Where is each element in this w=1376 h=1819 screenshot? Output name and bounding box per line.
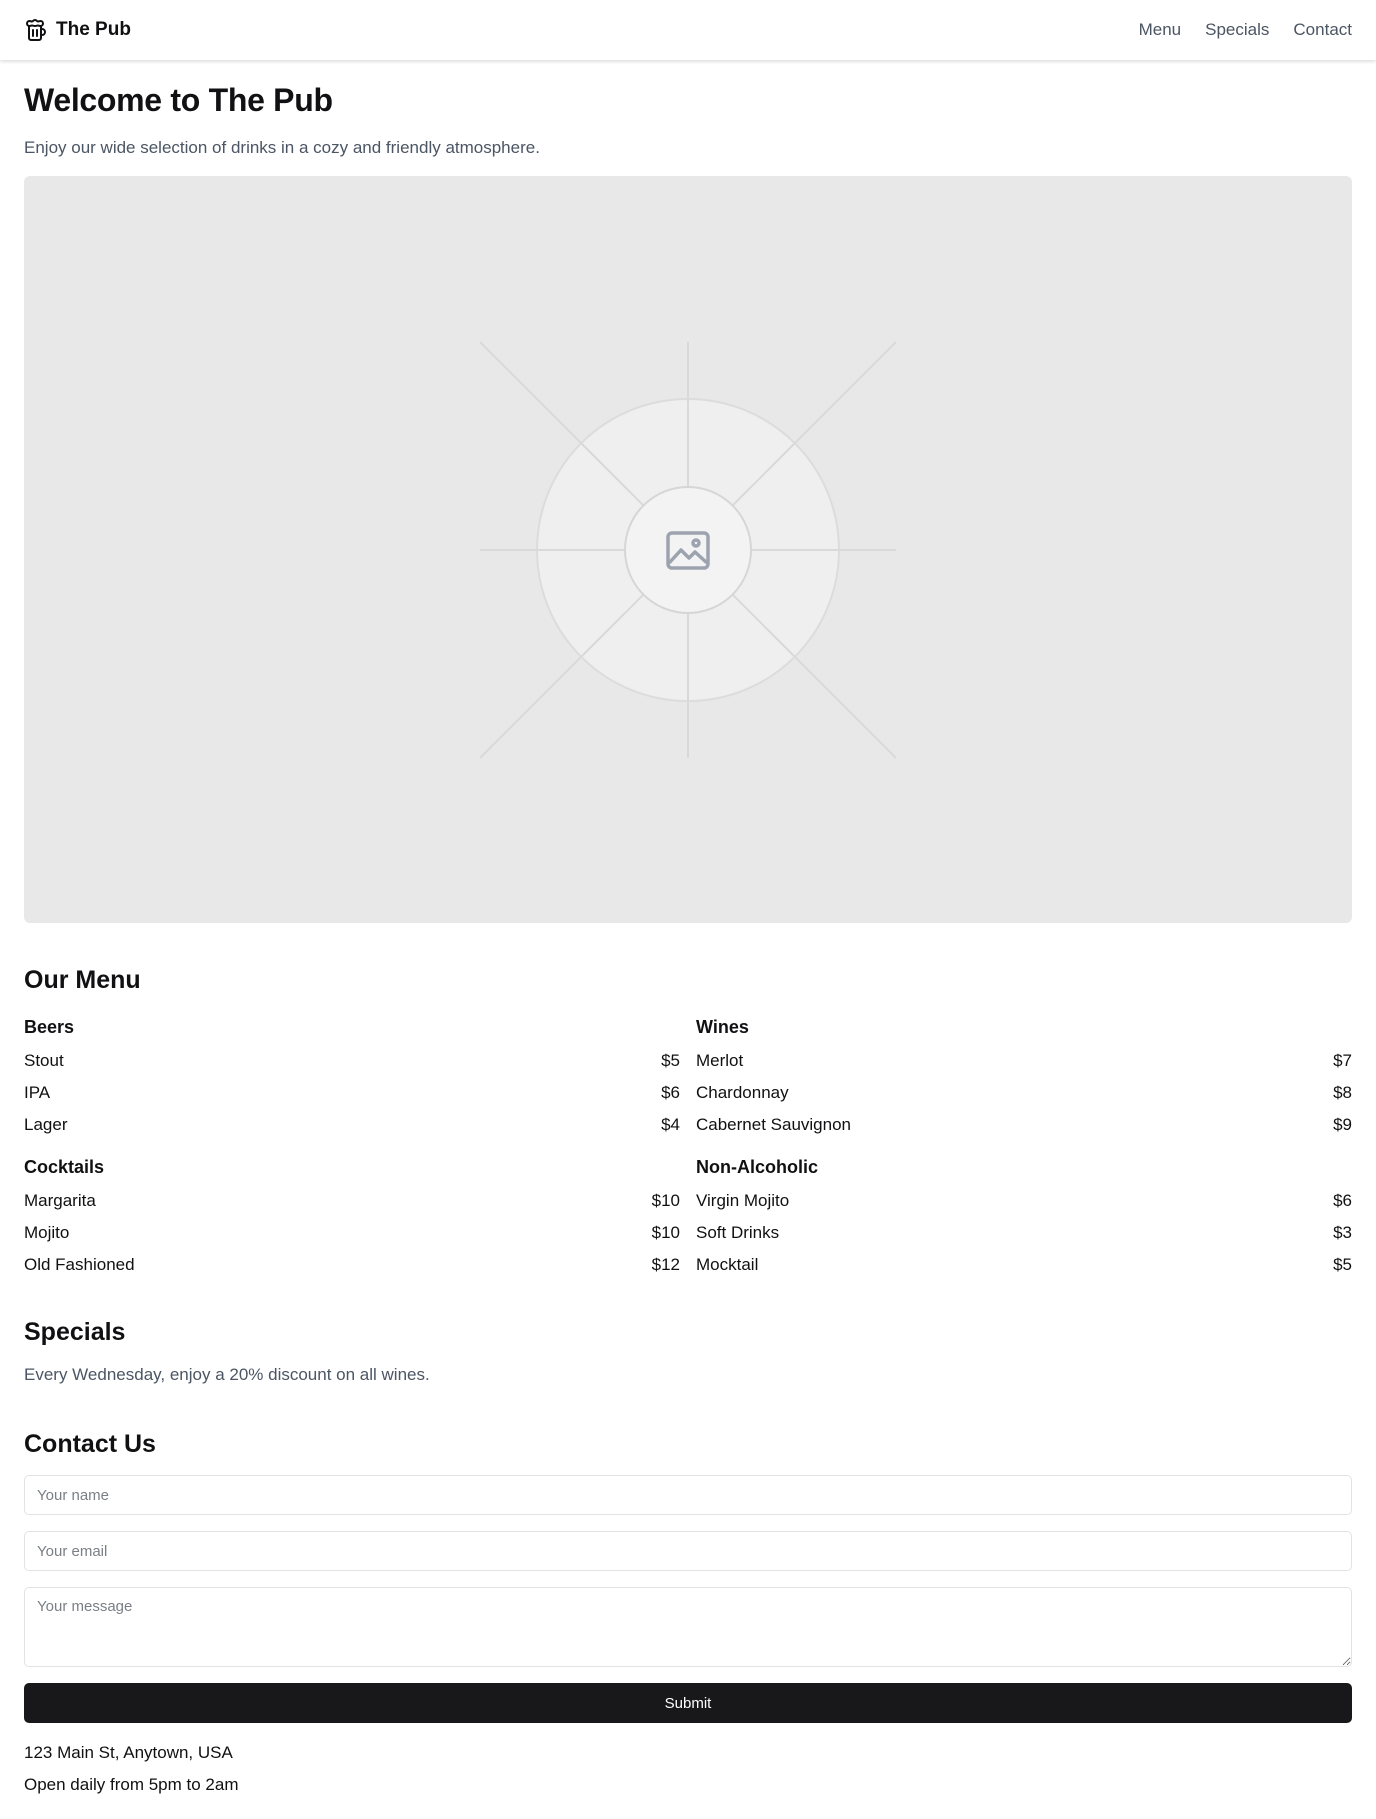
menu-item-price: $6 — [1333, 1191, 1352, 1210]
menu-item-name: Margarita — [24, 1191, 96, 1210]
menu-item-price: $6 — [661, 1083, 680, 1102]
menu-item: Stout $5 — [24, 1050, 680, 1082]
menu-item: Soft Drinks $3 — [696, 1222, 1352, 1254]
menu-category-wines: Wines Merlot $7 Chardonnay $8 Cabernet Sau… — [696, 1015, 1352, 1146]
nav-link-contact[interactable]: Contact — [1293, 20, 1352, 40]
menu-item-name: Virgin Mojito — [696, 1191, 790, 1210]
menu-item: Chardonnay $8 — [696, 1082, 1352, 1114]
menu-item: Mojito $10 — [24, 1222, 680, 1254]
name-field[interactable] — [24, 1475, 1352, 1515]
menu-item-name: Cabernet Sauvignon — [696, 1115, 852, 1134]
menu-item: Margarita $10 — [24, 1190, 680, 1222]
menu-item: Mocktail $5 — [696, 1254, 1352, 1286]
menu-item-name: IPA — [24, 1083, 51, 1102]
message-field[interactable] — [24, 1587, 1352, 1667]
menu-item-price: $10 — [651, 1223, 680, 1242]
menu-category-title: Non-Alcoholic — [696, 1157, 818, 1177]
hero-image-placeholder — [24, 176, 1352, 923]
menu-category-beers: Beers Stout $5 IPA $6 Lager $4 — [24, 1015, 680, 1146]
address-text: 123 Main St, Anytown, USA — [24, 1743, 233, 1762]
menu-item-price: $3 — [1333, 1223, 1352, 1242]
menu-item: Virgin Mojito $6 — [696, 1190, 1352, 1222]
brand-name: The Pub — [56, 19, 131, 40]
menu-item-price: $5 — [1333, 1255, 1352, 1274]
menu-item-price: $8 — [1333, 1083, 1352, 1102]
nav-links: Menu Specials Contact — [1139, 20, 1352, 40]
menu-category-title: Wines — [696, 1017, 749, 1037]
menu-item-name: Chardonnay — [696, 1083, 789, 1102]
menu-item-price: $5 — [661, 1051, 680, 1070]
specials-text: Every Wednesday, enjoy a 20% discount on… — [24, 1365, 430, 1384]
menu-category-title: Beers — [24, 1017, 75, 1037]
menu-category-cocktails: Cocktails Margarita $10 Mojito $10 Old Fas… — [24, 1155, 680, 1286]
menu-item-name: Soft Drinks — [696, 1223, 780, 1242]
navbar: The Pub Menu Specials Contact — [0, 0, 1376, 60]
menu-item-name: Mocktail — [696, 1255, 759, 1274]
menu-item-price: $7 — [1333, 1051, 1352, 1070]
beer-mug-icon — [24, 18, 48, 42]
menu-item: Merlot $7 — [696, 1050, 1352, 1082]
specials-section-title: Specials — [24, 1318, 126, 1346]
menu-category-non-alcoholic: Non-Alcoholic Virgin Mojito $6 Soft Drink… — [696, 1155, 1352, 1286]
menu-category-title: Cocktails — [24, 1157, 105, 1177]
menu-item-name: Merlot — [696, 1051, 744, 1070]
hero-title: Welcome to The Pub — [24, 82, 333, 118]
menu-item-name: Lager — [24, 1115, 68, 1134]
menu-section-title: Our Menu — [24, 966, 141, 994]
menu-item-price: $9 — [1333, 1115, 1352, 1134]
menu-item-name: Old Fashioned — [24, 1255, 135, 1274]
hero-subtitle: Enjoy our wide selection of drinks in a … — [24, 138, 540, 157]
brand[interactable]: The Pub — [24, 18, 131, 42]
menu-item-price: $10 — [651, 1191, 680, 1210]
menu-item: Lager $4 — [24, 1114, 680, 1146]
menu-item: IPA $6 — [24, 1082, 680, 1114]
nav-link-specials[interactable]: Specials — [1205, 20, 1269, 40]
menu-item: Cabernet Sauvignon $9 — [696, 1114, 1352, 1146]
menu-item-name: Mojito — [24, 1223, 70, 1242]
hours-text: Open daily from 5pm to 2am — [24, 1775, 239, 1794]
nav-link-menu[interactable]: Menu — [1139, 20, 1182, 40]
submit-button[interactable]: Submit — [24, 1683, 1352, 1723]
menu-item-price: $4 — [661, 1115, 680, 1134]
menu-item-name: Stout — [24, 1051, 64, 1070]
menu-item-price: $12 — [651, 1255, 680, 1274]
contact-section-title: Contact Us — [24, 1430, 156, 1458]
menu-item: Old Fashioned $12 — [24, 1254, 680, 1286]
email-field[interactable] — [24, 1531, 1352, 1571]
image-placeholder-icon — [479, 341, 897, 759]
